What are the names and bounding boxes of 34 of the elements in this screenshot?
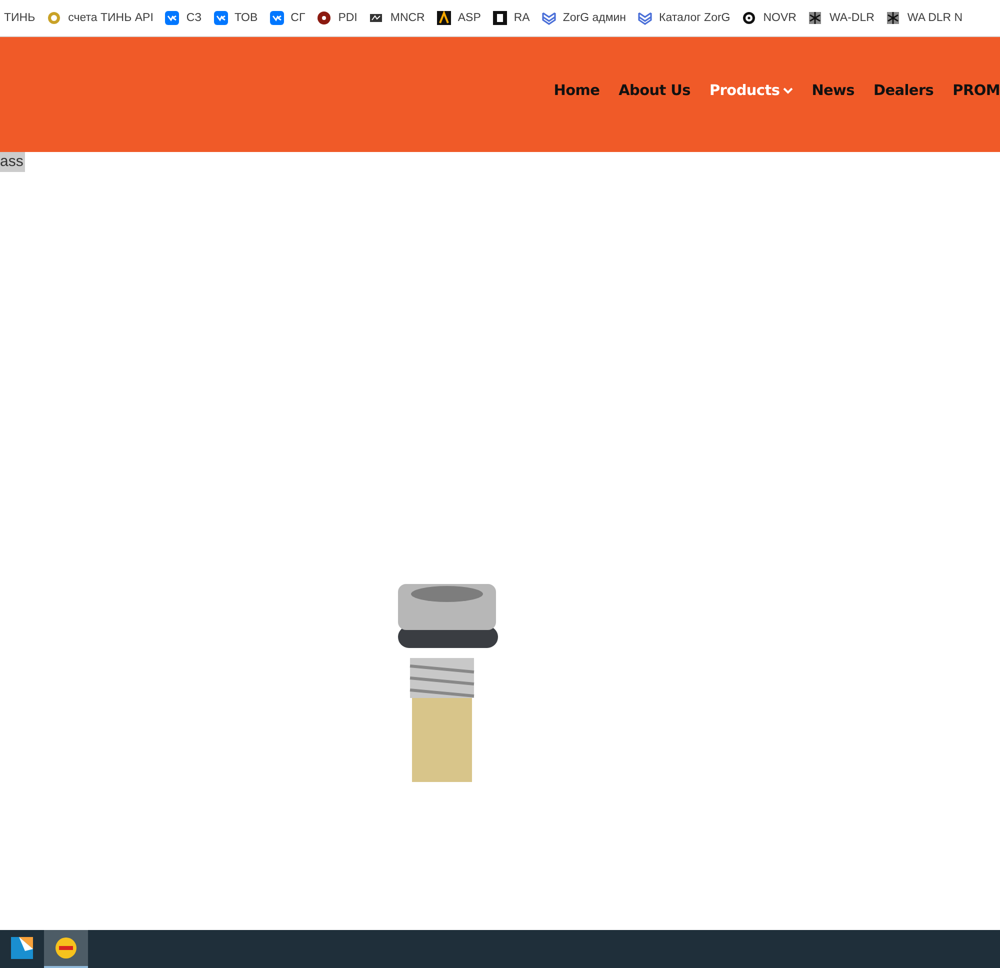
shield-icon [542,11,556,25]
class-label: ass [0,152,26,172]
chat-icon [165,11,180,25]
bookmark-link[interactable]: RA [492,11,530,25]
coin-icon [47,11,62,25]
nav-link[interactable]: PROM [952,83,1000,99]
ball-icon [317,11,332,25]
chat-icon [270,11,284,25]
app-icon[interactable] [55,937,77,959]
bookmark-link[interactable]: ТИНЬ [4,12,36,24]
nav-link[interactable]: Dealers [873,83,934,99]
bookmark-link[interactable]: ASP [436,11,481,25]
pattern-icon [886,11,900,25]
bookmark-link[interactable]: счета ТИНЬ API [47,11,154,25]
bookmark-link[interactable]: Каталог ZorG [638,11,730,25]
bookmark-link[interactable]: WA DLR N [886,11,963,25]
shield-icon [638,11,652,25]
chat-icon [214,11,228,25]
bookmark-link[interactable]: ZorG админ [542,11,626,25]
card-icon [369,11,384,25]
bookmark-link[interactable]: ТОВ [214,11,258,25]
nav-link[interactable]: News [812,83,854,99]
wheel-icon [742,11,756,25]
square-icon [492,11,507,25]
bookmark-link[interactable]: СГ [270,11,306,25]
arch-icon [436,11,451,25]
pattern-icon [808,11,822,25]
bookmark-link[interactable]: СЗ [165,11,202,25]
nav-link[interactable]: About Us [618,83,690,99]
bookmark-link[interactable]: MNCR [369,11,425,25]
bookmark-link[interactable]: NOVR [742,11,796,25]
bookmark-link[interactable]: WA-DLR [808,11,874,25]
nav-link[interactable]: Home [554,83,600,99]
bookmark-link[interactable]: PDI [317,11,358,25]
